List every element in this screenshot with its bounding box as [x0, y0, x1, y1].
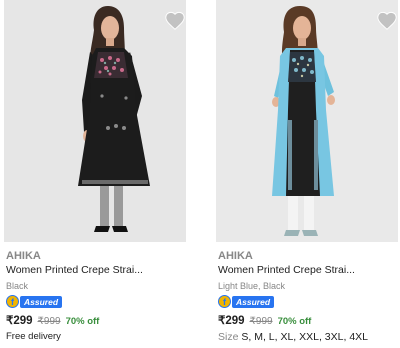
sizes-label: Size — [218, 331, 239, 343]
assured-badge: f Assured — [218, 295, 275, 308]
product-image[interactable] — [216, 0, 398, 242]
discount-percent: 70% off — [277, 316, 312, 327]
selling-price: ₹299 — [218, 315, 245, 327]
assured-check-icon: f — [6, 295, 19, 308]
product-brand: AHIKA — [6, 250, 41, 262]
price-row: ₹299 ₹999 70% off — [218, 313, 311, 327]
original-price: ₹999 — [37, 316, 61, 327]
model-blue-kurta-illustration — [216, 0, 398, 242]
assured-badge: f Assured — [6, 295, 63, 308]
product-card[interactable]: AHIKA Women Printed Crepe Strai... Light… — [216, 0, 398, 348]
discount-percent: 70% off — [65, 316, 100, 327]
product-grid: AHIKA Women Printed Crepe Strai... Black… — [0, 0, 400, 348]
product-card[interactable]: AHIKA Women Printed Crepe Strai... Black… — [4, 0, 186, 348]
price-row: ₹299 ₹999 70% off — [6, 313, 99, 327]
original-price: ₹999 — [249, 316, 273, 327]
model-black-kurta-illustration — [4, 0, 186, 242]
available-sizes: Size S, M, L, XL, XXL, 3XL, 4XL — [218, 331, 368, 343]
assured-check-icon: f — [218, 295, 231, 308]
selling-price: ₹299 — [6, 315, 33, 327]
assured-label: Assured — [20, 295, 63, 308]
product-color: Black — [6, 281, 29, 291]
product-color: Light Blue, Black — [218, 281, 286, 291]
free-delivery-label: Free delivery — [6, 331, 61, 342]
product-brand: AHIKA — [218, 250, 253, 262]
product-title[interactable]: Women Printed Crepe Strai... — [218, 264, 355, 276]
product-image[interactable] — [4, 0, 186, 242]
heart-icon[interactable] — [376, 10, 398, 32]
product-title[interactable]: Women Printed Crepe Strai... — [6, 264, 143, 276]
assured-label: Assured — [232, 295, 275, 308]
sizes-list: S, M, L, XL, XXL, 3XL, 4XL — [241, 331, 369, 343]
heart-icon[interactable] — [164, 10, 186, 32]
